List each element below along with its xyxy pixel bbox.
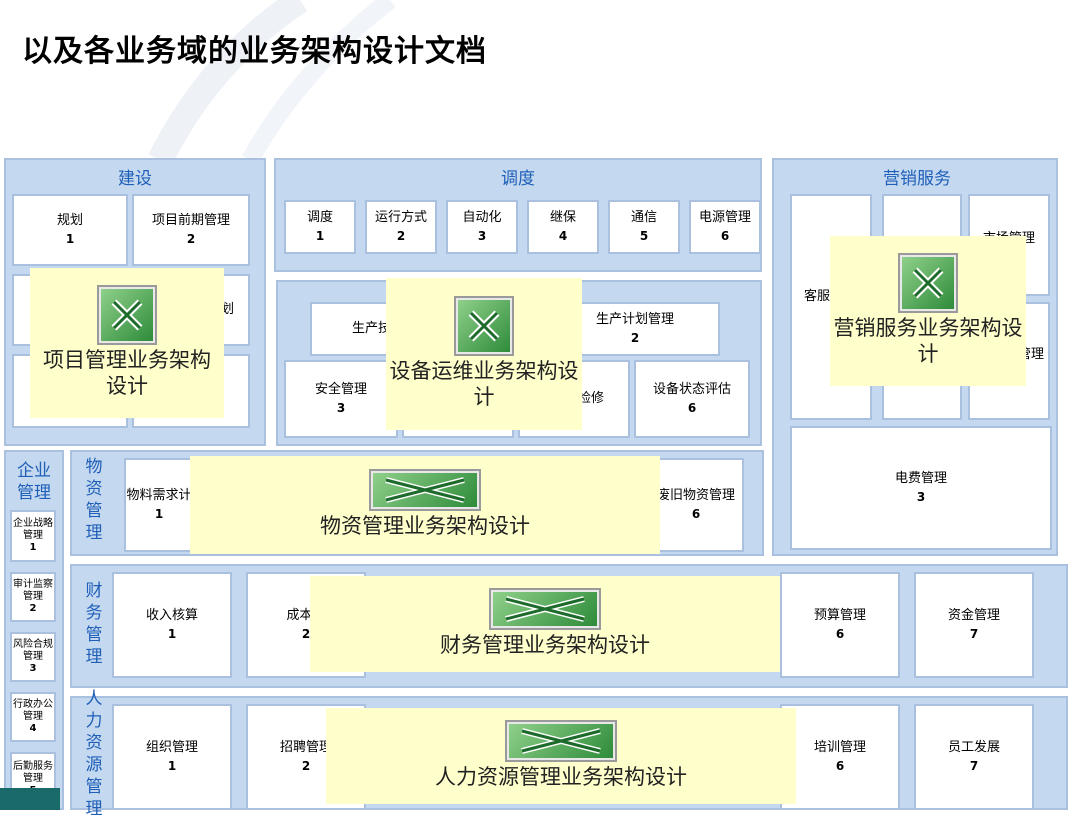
excel-file-icon[interactable]: [491, 590, 599, 628]
box-diaodu[interactable]: 调度 1: [284, 200, 356, 254]
panel-qiye-title: 企业管理: [17, 461, 51, 503]
box-shouru-hesuan[interactable]: 收入核算 1: [112, 572, 232, 678]
box-zijin-guanli[interactable]: 资金管理 7: [914, 572, 1034, 678]
box-wuliao-xuqiu[interactable]: 物料需求计 1: [124, 458, 194, 552]
page-title: 以及各业务域的业务架构设计文档: [22, 34, 487, 69]
panel-yingxiao-title: 营销服务: [883, 169, 951, 189]
excel-file-icon[interactable]: [371, 471, 479, 509]
note-renli[interactable]: 人力资源管理业务架构设计: [326, 708, 796, 804]
box-jibao[interactable]: 继保 4: [527, 200, 599, 254]
box-fengxian-hegui[interactable]: 风险合规管理 3: [10, 632, 56, 682]
box-anquan-guanli[interactable]: 安全管理 3: [284, 360, 398, 438]
box-yusuan-guanli[interactable]: 预算管理 6: [780, 572, 900, 678]
box-xingzheng-bangong[interactable]: 行政办公管理 4: [10, 692, 56, 742]
note-yingxiao[interactable]: 营销服务业务架构设计: [830, 236, 1026, 386]
box-qiye-zhanlue[interactable]: 企业战略管理 1: [10, 510, 56, 562]
box-shenji-jiancha[interactable]: 审计监察管理 2: [10, 572, 56, 622]
note-caiwu[interactable]: 财务管理业务架构设计: [310, 576, 780, 672]
box-dianfei-guanli[interactable]: 电费管理 3: [790, 426, 1052, 550]
box-zidonghua[interactable]: 自动化 3: [446, 200, 518, 254]
box-tongxin[interactable]: 通信 5: [608, 200, 680, 254]
excel-file-icon[interactable]: [99, 287, 155, 343]
note-xiangmu[interactable]: 项目管理业务架构设计: [30, 268, 224, 418]
excel-file-icon[interactable]: [456, 298, 512, 354]
box-xiangmu-qianqi[interactable]: 项目前期管理 2: [132, 194, 250, 266]
background-swoosh: [148, 0, 396, 160]
panel-caiwu-title: 财务管理: [85, 581, 103, 667]
panel-wuzi-title: 物资管理: [85, 457, 103, 543]
box-zuzhi-guanli[interactable]: 组织管理 1: [112, 704, 232, 810]
box-feijiu-wuzi[interactable]: 废旧物资管理 6: [648, 458, 744, 552]
note-yunwei[interactable]: 设备运维业务架构设计: [386, 278, 582, 430]
excel-file-icon[interactable]: [900, 255, 956, 311]
panel-jianshe-title: 建设: [118, 169, 152, 189]
box-yuangong-fazhan[interactable]: 员工发展 7: [914, 704, 1034, 810]
note-wuzi[interactable]: 物资管理业务架构设计: [190, 456, 660, 554]
box-shebei-zhuangtai[interactable]: 设备状态评估 6: [634, 360, 750, 438]
box-peixun-guanli[interactable]: 培训管理 6: [780, 704, 900, 810]
excel-file-icon[interactable]: [507, 722, 615, 760]
panel-renli-title: 人力资源管理: [85, 689, 103, 819]
panel-diaodu-title: 调度: [501, 169, 535, 189]
box-guihua[interactable]: 规划 1: [12, 194, 128, 266]
box-dianyuan-guanli[interactable]: 电源管理 6: [689, 200, 761, 254]
bottom-strip: [0, 788, 60, 810]
box-yunxing-fangshi[interactable]: 运行方式 2: [365, 200, 437, 254]
